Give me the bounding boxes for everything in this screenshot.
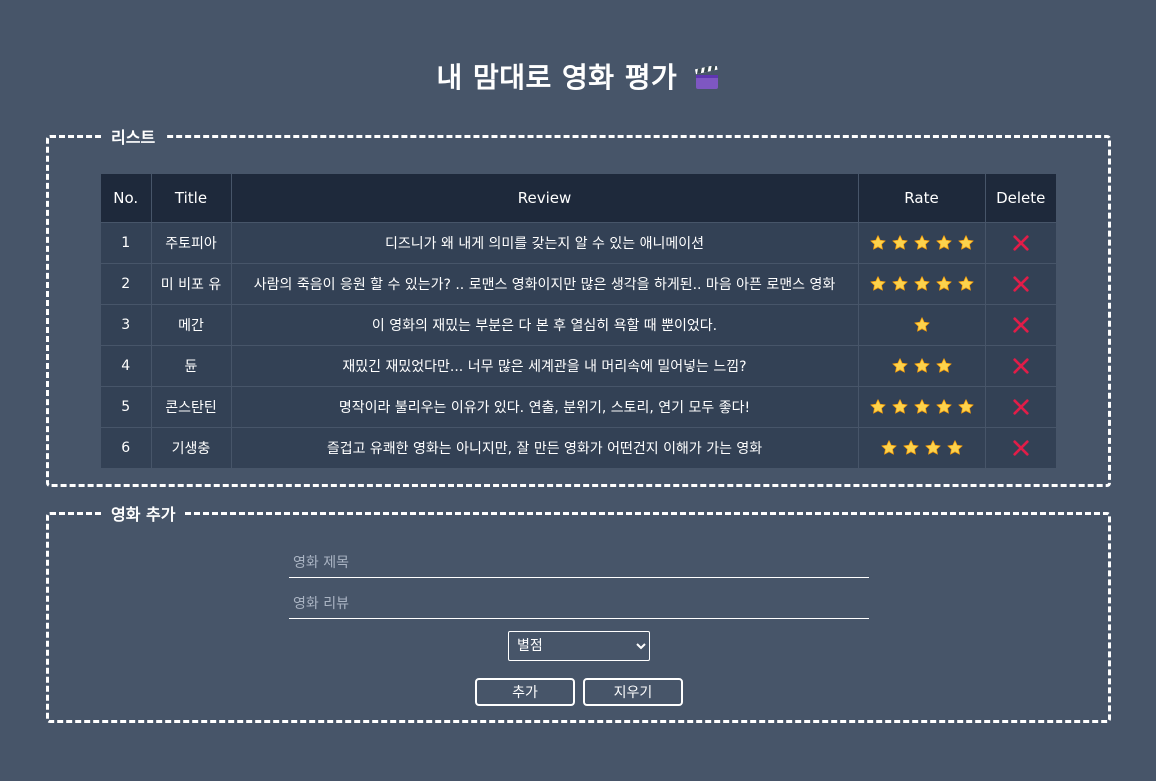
star-rating [891, 357, 953, 375]
movie-title-input[interactable] [289, 548, 869, 578]
column-header-delete: Delete [985, 174, 1056, 223]
close-icon[interactable] [1012, 357, 1030, 375]
cell-title: 메간 [151, 304, 232, 346]
star-rating [869, 275, 975, 293]
list-section: 리스트 No. Title Review Rate Delete 1 주토피아 디즈… [46, 124, 1111, 487]
cell-review: 사람의 죽음이 응원 할 수 있는가? .. 로맨스 영화이지만 많은 생각을 … [231, 263, 859, 305]
close-icon[interactable] [1012, 316, 1030, 334]
add-movie-legend: 영화 추가 [111, 505, 176, 524]
close-icon[interactable] [1012, 439, 1030, 457]
star-icon [946, 440, 963, 455]
table-row: 5 콘스탄틴 명작이라 불리우는 이유가 있다. 연출, 분위기, 스토리, 연기 … [101, 386, 1056, 428]
cell-rate [858, 263, 986, 305]
page-title-text: 내 맘대로 영화 평가 [436, 61, 678, 94]
cell-review: 이 영화의 재밌는 부분은 다 본 후 열심히 욕할 때 뿐이었다. [231, 304, 859, 346]
table-body: 1 주토피아 디즈니가 왜 내게 의미를 갖는지 알 수 있는 애니메이션 2 미 비포… [101, 222, 1056, 468]
star-icon [913, 358, 930, 373]
rate-select[interactable]: 별점 [508, 631, 650, 661]
star-icon [935, 399, 952, 414]
star-icon [935, 276, 952, 291]
star-icon [913, 276, 930, 291]
close-icon[interactable] [1012, 234, 1030, 252]
table-row: 3 메간 이 영화의 재밌는 부분은 다 본 후 열심히 욕할 때 뿐이었다. [101, 304, 1056, 346]
cell-review: 재밌긴 재밌었다만... 너무 많은 세계관을 내 머리속에 밀어넣는 느낌? [231, 345, 859, 387]
cell-rate [858, 222, 986, 264]
cell-no: 6 [101, 427, 152, 468]
cell-review: 디즈니가 왜 내게 의미를 갖는지 알 수 있는 애니메이션 [231, 222, 859, 264]
close-icon[interactable] [1012, 398, 1030, 416]
star-icon [891, 358, 908, 373]
star-icon [891, 235, 908, 250]
star-icon [935, 235, 952, 250]
column-header-rate: Rate [858, 174, 986, 223]
cell-delete [985, 222, 1056, 264]
cell-no: 5 [101, 386, 152, 428]
add-movie-section: 영화 추가 별점 추가 지우기 [46, 501, 1111, 723]
cell-delete [985, 263, 1056, 305]
table-row: 6 기생충 즐겁고 유쾌한 영화는 아니지만, 잘 만든 영화가 어떤건지 이해가 … [101, 427, 1056, 468]
cell-rate [858, 386, 986, 428]
cell-delete [985, 386, 1056, 428]
table-row: 4 듄 재밌긴 재밌었다만... 너무 많은 세계관을 내 머리속에 밀어넣는 느낌… [101, 345, 1056, 387]
star-icon [913, 317, 930, 332]
cell-rate [858, 345, 986, 387]
star-icon [913, 399, 930, 414]
star-rating [869, 234, 975, 252]
star-icon [891, 399, 908, 414]
star-icon [902, 440, 919, 455]
star-icon [957, 399, 974, 414]
column-header-review: Review [231, 174, 859, 223]
list-section-legend: 리스트 [111, 128, 156, 147]
cell-no: 2 [101, 263, 152, 305]
star-icon [880, 440, 897, 455]
add-button[interactable]: 추가 [475, 678, 575, 706]
star-rating [869, 398, 975, 416]
movie-table: No. Title Review Rate Delete 1 주토피아 디즈니가 왜… [101, 174, 1056, 468]
table-header-row: No. Title Review Rate Delete [101, 174, 1056, 223]
page-title: 내 맘대로 영화 평가 [0, 56, 1156, 96]
cell-title: 기생충 [151, 427, 232, 468]
clapper-board-icon [694, 66, 718, 89]
cell-title: 듄 [151, 345, 232, 387]
star-icon [957, 276, 974, 291]
cell-title: 콘스탄틴 [151, 386, 232, 428]
cell-review: 즐겁고 유쾌한 영화는 아니지만, 잘 만든 영화가 어떤건지 이해가 가는 영… [231, 427, 859, 468]
cell-rate [858, 427, 986, 468]
star-icon [869, 399, 886, 414]
clear-button[interactable]: 지우기 [583, 678, 683, 706]
column-header-title: Title [151, 174, 232, 223]
cell-no: 4 [101, 345, 152, 387]
cell-title: 주토피아 [151, 222, 232, 264]
cell-review: 명작이라 불리우는 이유가 있다. 연출, 분위기, 스토리, 연기 모두 좋다… [231, 386, 859, 428]
table-row: 1 주토피아 디즈니가 왜 내게 의미를 갖는지 알 수 있는 애니메이션 [101, 222, 1056, 264]
star-icon [869, 276, 886, 291]
star-icon [935, 358, 952, 373]
star-icon [869, 235, 886, 250]
cell-no: 3 [101, 304, 152, 346]
movie-review-input[interactable] [289, 589, 869, 619]
cell-delete [985, 345, 1056, 387]
close-icon[interactable] [1012, 275, 1030, 293]
cell-rate [858, 304, 986, 346]
table-row: 2미 비포 유 사람의 죽음이 응원 할 수 있는가? .. 로맨스 영화이지만 … [101, 263, 1056, 305]
star-rating [880, 439, 964, 457]
star-icon [913, 235, 930, 250]
column-header-no: No. [101, 174, 152, 223]
cell-title: 미 비포 유 [151, 263, 232, 305]
cell-delete [985, 304, 1056, 346]
cell-no: 1 [101, 222, 152, 264]
star-icon [891, 276, 908, 291]
cell-delete [985, 427, 1056, 468]
star-rating [913, 316, 931, 334]
star-icon [924, 440, 941, 455]
star-icon [957, 235, 974, 250]
